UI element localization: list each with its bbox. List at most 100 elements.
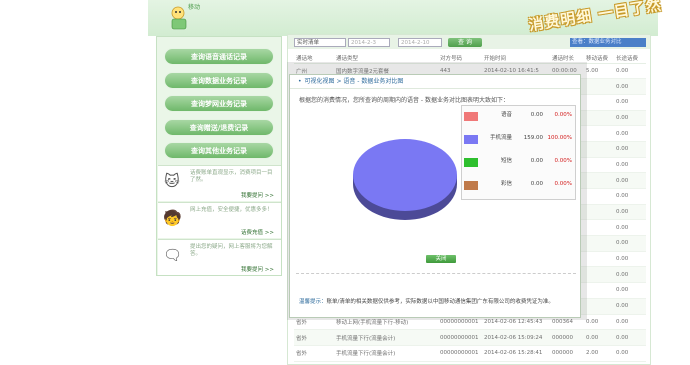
comparison-modal: • 可视化视图 > 语音 - 数据业务对比图 根据您的消费情况，您所查询的周期内的… — [289, 74, 581, 318]
table-cell: 00000000001 — [438, 345, 482, 362]
legend-percent: 0.00% — [554, 181, 572, 187]
query-other-records-button[interactable]: 查询其他业务记录 — [164, 142, 274, 159]
table-cell — [584, 219, 614, 237]
modal-title-text: 可视化视图 > 语音 - 数据业务对比图 — [304, 78, 404, 85]
table-cell — [584, 78, 614, 95]
page-root: 移动 消费明细 一目了然 查询语音通话记录 查询数据业务记录 查询梦网业务记录 … — [0, 0, 690, 365]
table-cell: 0.00 — [584, 329, 614, 346]
table-cell — [584, 204, 614, 221]
close-button[interactable]: 关闭 — [426, 255, 456, 263]
table-row: 省外 手机流量下行(流量会计) 00000000001 2014-02-06 15:2… — [294, 345, 646, 362]
legend-row: 语音 0.00 0.00% — [462, 109, 575, 127]
chart-legend: 语音 0.00 0.00% 手机流量 159.00 100.00% 短信 0.00 0.00% 彩… — [461, 105, 576, 200]
legend-swatch — [464, 112, 478, 121]
table-cell — [584, 110, 614, 127]
table-cell: 5.00 — [584, 63, 614, 80]
legend-name: 彩信 — [500, 181, 512, 187]
note-label: 温馨提示： — [299, 299, 327, 305]
table-cell: 0.00 — [614, 94, 646, 111]
table-cell: 0.00 — [614, 329, 646, 346]
legend-name: 短信 — [500, 158, 512, 164]
tip-text: 话费账单直观显示，消费项目一目了然。 — [190, 170, 273, 183]
query-data-records-button[interactable]: 查询数据业务记录 — [164, 72, 274, 89]
table-cell: 000000 — [550, 329, 584, 346]
logo-text: 移动 — [188, 4, 201, 11]
table-cell: 0.00 — [614, 78, 646, 95]
table-cell — [584, 235, 614, 252]
tip-bill: 🐱 话费账单直观显示，消费项目一目了然。 我要提问 >> — [158, 165, 281, 201]
table-row: 省外 手机流量下行(流量会计) 00000000001 2014-02-06 15:0… — [294, 329, 646, 346]
table-cell — [584, 141, 614, 158]
table-cell: 0.00 — [614, 219, 646, 237]
table-cell — [584, 282, 614, 299]
table-cell: 0.00 — [614, 63, 646, 80]
list-mode-select[interactable]: 实时清单 — [294, 38, 346, 47]
table-cell: 省外 — [294, 329, 334, 346]
question-tip-icon: 🗨 — [163, 246, 183, 264]
table-cell: 0.00 — [614, 141, 646, 158]
legend-percent: 100.00% — [547, 135, 572, 141]
tip-link-recharge[interactable]: 话费充值 >> — [241, 228, 274, 236]
tip-link-ask[interactable]: 我要提问 >> — [241, 191, 274, 199]
tip-text: 网上充值，安全便捷，优惠多多！ — [190, 207, 273, 213]
table-cell: 0.00 — [614, 204, 646, 221]
table-cell: 0.00 — [614, 266, 646, 284]
table-cell: 省外 — [294, 345, 334, 362]
query-button[interactable]: 查 询 — [448, 38, 482, 47]
table-cell: 0.00 — [614, 172, 646, 189]
note-text: 账单/清单的相关数据仅供参考，实际数据以中国移动通信集团广东有限公司的收费凭证为… — [326, 299, 554, 305]
table-cell — [584, 188, 614, 205]
bill-tip-icon: 🐱 — [164, 172, 180, 190]
legend-swatch — [464, 158, 478, 167]
tip-recharge: 🧒 网上充值，安全便捷，优惠多多！ 话费充值 >> — [158, 202, 281, 238]
modal-divider — [296, 273, 576, 274]
table-cell — [584, 172, 614, 189]
query-voice-records-button[interactable]: 查询语音通话记录 — [164, 48, 274, 65]
legend-name: 语音 — [500, 112, 512, 118]
legend-value: 0.00 — [530, 112, 543, 118]
start-date-input[interactable]: 2014-2-3 — [348, 38, 390, 47]
table-cell — [584, 94, 614, 111]
table-cell: 000000 — [550, 345, 584, 362]
legend-row: 彩信 0.00 0.00% — [462, 178, 575, 196]
table-cell: 0.00 — [614, 298, 646, 315]
legend-value: 0.00 — [530, 181, 543, 187]
legend-value: 159.00 — [523, 135, 543, 141]
pie-slice — [353, 139, 457, 211]
table-cell: 00000000001 — [438, 329, 482, 346]
view-select[interactable]: 查看：数据业务对比 — [570, 38, 646, 47]
recharge-tip-icon: 🧒 — [163, 209, 182, 227]
table-cell: 0.00 — [614, 157, 646, 174]
end-date-input[interactable]: 2014-2-10 — [398, 38, 442, 47]
table-cell: 0.00 — [614, 235, 646, 252]
filter-bar: 实时清单 2014-2-3 2014-2-10 查 询 查看：数据业务对比 — [288, 35, 650, 49]
legend-percent: 0.00% — [554, 158, 572, 164]
table-cell: 0.00 — [614, 282, 646, 299]
legend-percent: 0.00% — [554, 112, 572, 118]
col-mobile-fee: 移动话费 — [584, 53, 614, 64]
table-cell: 2014-02-06 15:09:24 — [482, 329, 550, 346]
legend-row: 手机流量 159.00 100.00% — [462, 132, 575, 150]
modal-note: 温馨提示：账单/清单的相关数据仅供参考，实际数据以中国移动通信集团广东有限公司的… — [299, 297, 579, 307]
table-cell: 0.00 — [614, 110, 646, 127]
table-cell: 2.00 — [584, 345, 614, 362]
table-cell — [584, 298, 614, 315]
table-cell — [584, 251, 614, 268]
table-cell: 0.00 — [614, 314, 646, 331]
legend-swatch — [464, 181, 478, 190]
table-cell: 0.00 — [614, 188, 646, 205]
query-monternet-records-button[interactable]: 查询梦网业务记录 — [164, 95, 274, 112]
table-cell: 0.00 — [614, 251, 646, 268]
left-sidebar: 查询语音通话记录 查询数据业务记录 查询梦网业务记录 查询赠送/退费记录 查询其… — [156, 36, 282, 276]
table-cell — [584, 266, 614, 284]
table-cell: 手机流量下行(流量会计) — [334, 345, 438, 362]
table-cell: 0.00 — [614, 125, 646, 142]
legend-name: 手机流量 — [489, 135, 512, 141]
tip-text: 提出您的疑问，网上客服将为您解答。 — [190, 244, 273, 257]
bullet-icon: • — [298, 78, 302, 85]
table-cell: 0.00 — [584, 314, 614, 331]
tip-link-ask[interactable]: 我要提问 >> — [241, 265, 274, 273]
pie-chart — [353, 139, 457, 220]
table-cell: 0.00 — [614, 345, 646, 362]
query-gift-refund-records-button[interactable]: 查询赠送/退费记录 — [164, 119, 274, 136]
